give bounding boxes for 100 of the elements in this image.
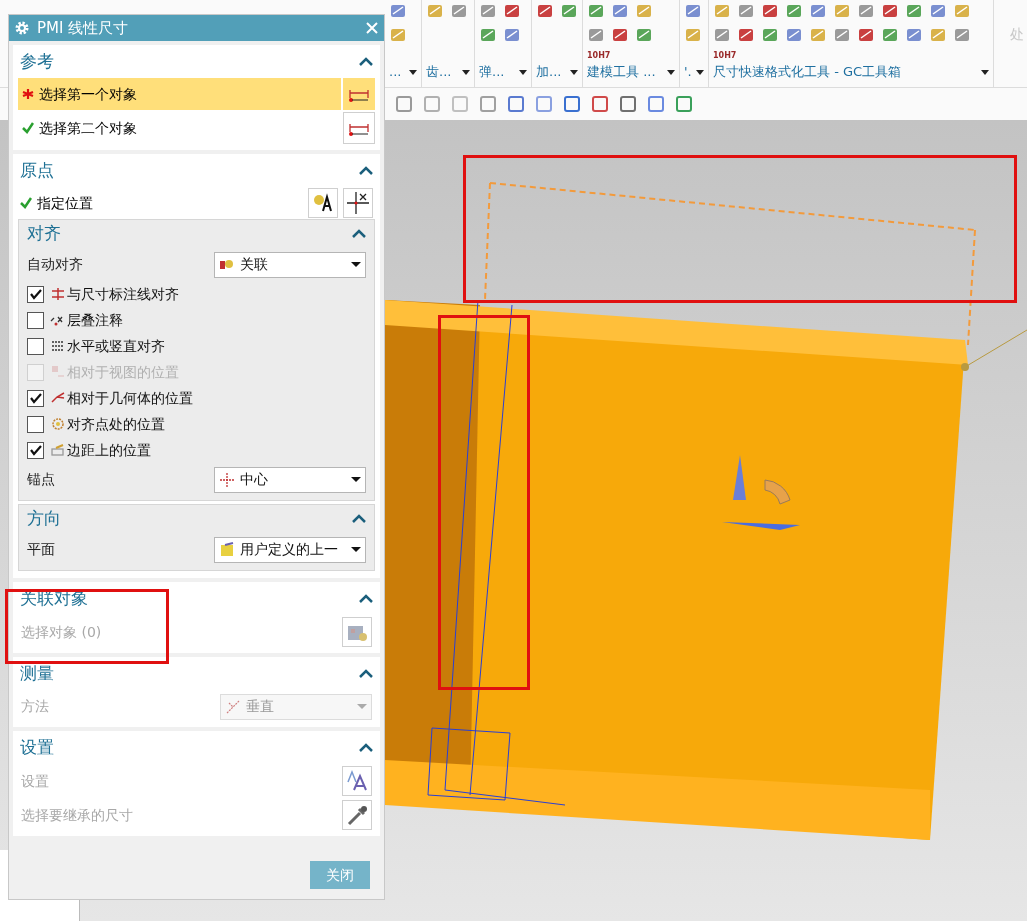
tool-icon[interactable] <box>611 2 629 20</box>
checkbox[interactable] <box>27 285 44 303</box>
group-label[interactable]: 尺寸快速格式化工具 - GC工具箱 <box>713 62 902 82</box>
checkbox[interactable] <box>27 311 44 329</box>
view-tool-icon[interactable] <box>563 95 581 113</box>
tool-icon[interactable] <box>905 26 923 44</box>
checkbox[interactable] <box>27 415 44 433</box>
tool-icon[interactable] <box>611 26 629 44</box>
select-object-button[interactable] <box>342 617 372 647</box>
view-tool-icon[interactable] <box>423 95 441 113</box>
tool-icon[interactable] <box>881 26 899 44</box>
tool-icon[interactable] <box>785 2 803 20</box>
tool-icon[interactable] <box>881 2 899 20</box>
tool-icon[interactable] <box>587 2 605 20</box>
caret-icon[interactable] <box>570 69 578 75</box>
dimension-icon[interactable] <box>343 78 375 110</box>
text-style-icon <box>312 192 334 214</box>
tool-icon[interactable] <box>684 2 702 20</box>
tool-icon[interactable] <box>809 2 827 20</box>
tool-icon[interactable] <box>833 26 851 44</box>
view-tool-icon[interactable] <box>647 95 665 113</box>
collapse-icon[interactable] <box>359 55 373 68</box>
tool-icon[interactable] <box>761 26 779 44</box>
checkbox[interactable] <box>27 441 44 459</box>
collapse-icon[interactable] <box>359 667 373 680</box>
group-label[interactable]: 弹... <box>479 62 505 82</box>
field-label: 选择对象 (0) <box>21 622 103 642</box>
close-icon[interactable] <box>366 22 378 34</box>
checkbox-label: 相对于几何体的位置 <box>67 388 193 408</box>
selection-step[interactable]: 选择第一个对象 <box>18 78 341 110</box>
tool-caption: 10H7 <box>587 50 611 62</box>
tool-icon[interactable] <box>389 2 407 20</box>
dimension-icon[interactable] <box>343 112 375 144</box>
tool-icon[interactable] <box>389 26 407 44</box>
tool-icon[interactable] <box>833 2 851 20</box>
tool-icon[interactable] <box>809 26 827 44</box>
collapse-icon[interactable] <box>359 741 373 754</box>
tool-icon[interactable] <box>929 2 947 20</box>
group-label[interactable]: 加... <box>536 62 562 82</box>
tool-icon[interactable] <box>503 26 521 44</box>
caret-icon <box>351 262 361 267</box>
tool-icon[interactable] <box>560 2 578 20</box>
checkbox[interactable] <box>27 337 44 355</box>
option-icon <box>219 541 235 558</box>
tool-icon[interactable] <box>503 2 521 20</box>
tool-icon[interactable] <box>635 26 653 44</box>
tool-icon[interactable] <box>479 26 497 44</box>
eyedropper-button[interactable] <box>342 800 372 830</box>
group-label[interactable]: 建模工具 ... <box>587 62 656 82</box>
collapse-icon[interactable] <box>359 164 373 177</box>
tool-icon[interactable] <box>450 2 468 20</box>
tool-icon[interactable] <box>905 2 923 20</box>
tool-icon[interactable] <box>479 2 497 20</box>
view-tool-icon[interactable] <box>675 95 693 113</box>
collapse-icon[interactable] <box>352 513 366 525</box>
view-tool-icon[interactable] <box>591 95 609 113</box>
dropdown[interactable]: 中心 <box>214 466 366 493</box>
group-label[interactable]: '. <box>684 62 692 82</box>
tool-icon[interactable] <box>536 2 554 20</box>
tool-icon[interactable] <box>684 26 702 44</box>
group-title: 对齐 <box>27 222 61 246</box>
collapse-icon[interactable] <box>359 592 373 605</box>
dropdown[interactable]: 用户定义的上一 <box>214 536 366 563</box>
tool-icon[interactable] <box>737 26 755 44</box>
group-label[interactable]: ... <box>389 62 402 82</box>
text-style-button[interactable] <box>308 188 338 218</box>
tool-icon[interactable] <box>857 2 875 20</box>
view-tool-icon[interactable] <box>619 95 637 113</box>
tool-icon[interactable] <box>713 26 731 44</box>
group-title: 方向 <box>27 507 61 531</box>
tool-icon[interactable] <box>929 26 947 44</box>
view-tool-icon[interactable] <box>479 95 497 113</box>
view-tool-icon[interactable] <box>535 95 553 113</box>
tool-icon[interactable] <box>785 26 803 44</box>
checkbox[interactable] <box>27 389 44 407</box>
view-tool-icon[interactable] <box>395 95 413 113</box>
tool-icon[interactable] <box>426 2 444 20</box>
caret-icon[interactable] <box>519 69 527 75</box>
caret-icon[interactable] <box>696 69 704 75</box>
tool-icon[interactable] <box>761 2 779 20</box>
group-label[interactable]: 齿... <box>426 62 452 82</box>
view-tool-icon[interactable] <box>507 95 525 113</box>
eyedropper-icon <box>346 804 368 826</box>
caret-icon[interactable] <box>981 69 989 75</box>
tool-icon[interactable] <box>713 2 731 20</box>
tool-icon[interactable] <box>587 26 605 44</box>
tool-icon[interactable] <box>953 26 971 44</box>
field-label: 指定位置 <box>37 193 94 213</box>
caret-icon[interactable] <box>667 69 675 75</box>
dropdown[interactable]: 关联 <box>214 251 366 278</box>
tool-icon[interactable] <box>737 2 755 20</box>
caret-icon[interactable] <box>462 69 470 75</box>
point-button[interactable] <box>343 188 373 218</box>
caret-icon[interactable] <box>409 69 417 75</box>
tool-icon[interactable] <box>857 26 875 44</box>
tool-icon[interactable] <box>953 2 971 20</box>
checkbox-label: 与尺寸标注线对齐 <box>67 284 179 304</box>
collapse-icon[interactable] <box>352 228 366 240</box>
checkbox-label: 对齐点处的位置 <box>67 414 165 434</box>
tool-icon[interactable] <box>635 2 653 20</box>
